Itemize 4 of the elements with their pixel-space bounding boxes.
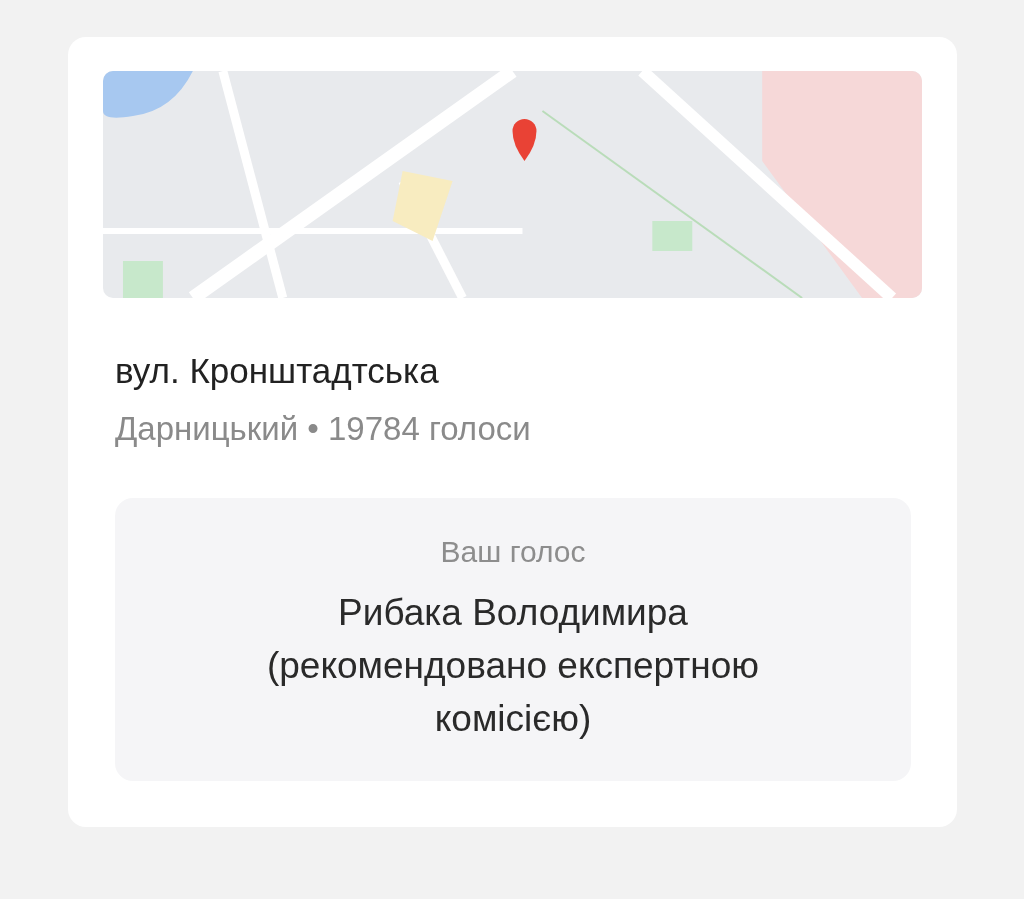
- vote-choice: Рибака Володимира (рекомендовано експертною комісією): [265, 591, 761, 741]
- vote-label: Ваш голос: [440, 534, 586, 570]
- district-votes-text: Дарницький • 19784 голоси: [115, 409, 532, 449]
- street-title: вул. Кронштадтська: [115, 350, 440, 392]
